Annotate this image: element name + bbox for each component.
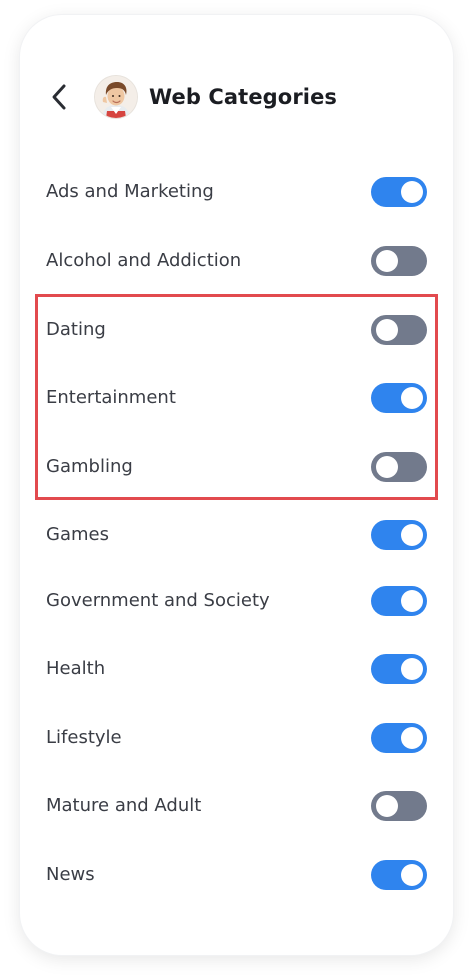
toggle-switch[interactable] xyxy=(371,860,427,890)
category-label: Government and Society xyxy=(46,590,270,611)
header: Web Categories xyxy=(20,75,453,119)
list-item-health: Health xyxy=(20,649,453,689)
category-label: News xyxy=(46,864,95,885)
category-label: Games xyxy=(46,524,109,545)
toggle-knob xyxy=(376,250,398,272)
toggle-switch[interactable] xyxy=(371,520,427,550)
toggle-knob xyxy=(401,727,423,749)
category-label: Alcohol and Addiction xyxy=(46,250,242,271)
toggle-knob xyxy=(401,864,423,886)
category-label: Mature and Adult xyxy=(46,795,202,816)
page-title: Web Categories xyxy=(149,85,338,109)
toggle-knob xyxy=(401,590,423,612)
category-label: Health xyxy=(46,658,106,679)
list-item-government-and-society: Government and Society xyxy=(20,581,453,621)
highlight-box xyxy=(35,294,438,500)
toggle-knob xyxy=(376,795,398,817)
list-item-games: Games xyxy=(20,515,453,555)
category-label: Ads and Marketing xyxy=(46,181,214,202)
toggle-switch[interactable] xyxy=(371,246,427,276)
child-avatar-icon xyxy=(95,76,137,118)
phone-frame: Web Categories Ads and Marketing Alcohol… xyxy=(20,15,453,955)
avatar xyxy=(95,76,137,118)
toggle-knob xyxy=(401,181,423,203)
list-item-alcohol-and-addiction: Alcohol and Addiction xyxy=(20,241,453,281)
list-item-lifestyle: Lifestyle xyxy=(20,718,453,758)
toggle-switch[interactable] xyxy=(371,586,427,616)
toggle-switch[interactable] xyxy=(371,791,427,821)
list-item-mature-and-adult: Mature and Adult xyxy=(20,786,453,826)
toggle-knob xyxy=(401,524,423,546)
category-label: Lifestyle xyxy=(46,727,122,748)
list-item-news: News xyxy=(20,855,453,895)
toggle-knob xyxy=(401,658,423,680)
toggle-switch[interactable] xyxy=(371,177,427,207)
toggle-switch[interactable] xyxy=(371,723,427,753)
toggle-switch[interactable] xyxy=(371,654,427,684)
chevron-left-icon xyxy=(52,84,66,110)
back-button[interactable] xyxy=(46,83,74,111)
list-item-ads-and-marketing: Ads and Marketing xyxy=(20,172,453,212)
